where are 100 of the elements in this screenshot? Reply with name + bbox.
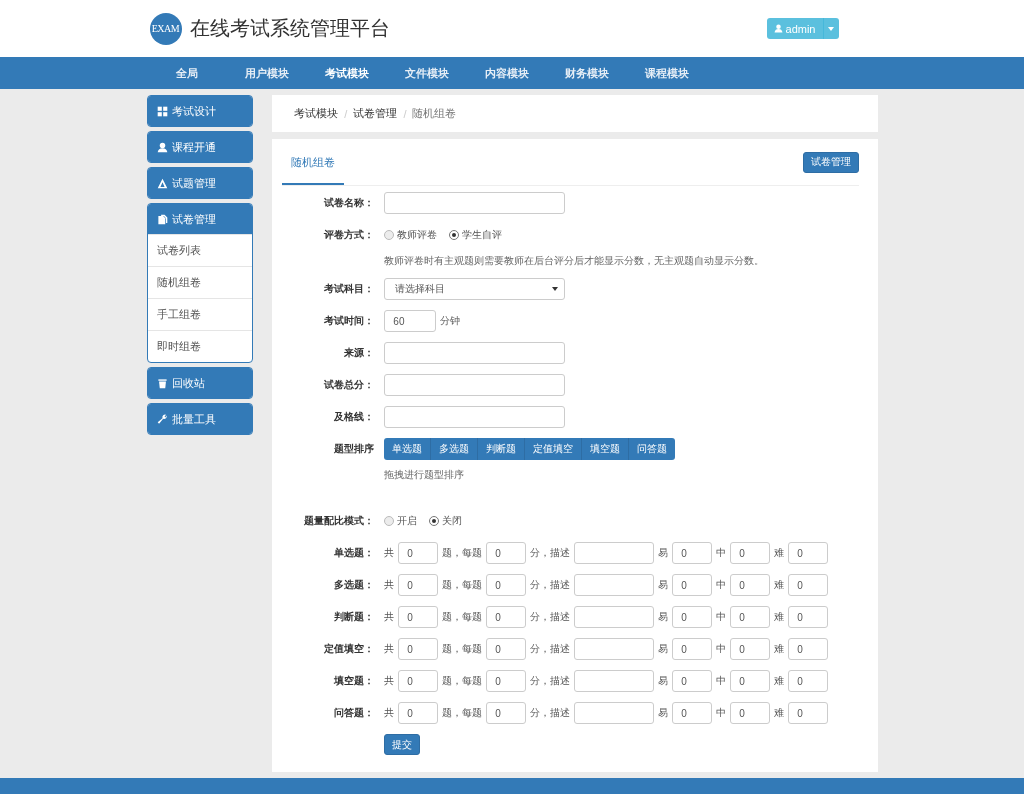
inline-label: 难	[774, 578, 785, 592]
field-label: 来源：	[343, 346, 375, 360]
radio-option[interactable]: 关闭	[429, 514, 463, 528]
number-field[interactable]: 0	[788, 702, 829, 724]
question-type-chip[interactable]: 填空题	[582, 438, 630, 460]
inline-label: 难	[774, 610, 785, 624]
inline-label: 中	[716, 546, 727, 560]
field-label: 试卷名称：	[323, 196, 375, 210]
field-label: 评卷方式：	[323, 228, 375, 242]
number-field[interactable]: 0	[730, 670, 771, 692]
inline-label: 易	[658, 706, 669, 720]
inline-label: 题，每题	[442, 578, 483, 592]
description-field[interactable]	[574, 574, 655, 596]
field-label: 题型排序	[333, 442, 375, 456]
inline-label: 共	[384, 674, 395, 688]
sidebar-item[interactable]: 试卷管理	[147, 204, 253, 234]
question-type-chip[interactable]: 判断题	[478, 438, 526, 460]
number-field[interactable]: 0	[672, 702, 713, 724]
field-label: 定值填空：	[323, 642, 375, 656]
submenu-item[interactable]: 试卷列表	[147, 234, 253, 266]
question-type-chip[interactable]: 问答题	[629, 438, 676, 460]
caret-icon	[552, 287, 559, 291]
inline-label: 分，描述	[530, 546, 571, 560]
question-type-chip[interactable]: 定值填空	[525, 438, 583, 460]
text-field[interactable]	[384, 192, 566, 214]
number-field[interactable]: 0	[398, 638, 439, 660]
description-field[interactable]	[574, 638, 655, 660]
number-field[interactable]: 0	[672, 638, 713, 660]
number-field[interactable]: 0	[672, 606, 713, 628]
number-field[interactable]: 0	[672, 542, 713, 564]
inline-label: 共	[384, 706, 395, 720]
number-field[interactable]: 0	[730, 606, 771, 628]
number-field[interactable]: 0	[398, 606, 439, 628]
inline-label: 易	[658, 610, 669, 624]
question-type-chip[interactable]: 单选题	[384, 438, 432, 460]
number-field[interactable]: 0	[788, 670, 829, 692]
number-field[interactable]: 0	[486, 606, 527, 628]
description-field[interactable]	[574, 606, 655, 628]
inline-label: 分，描述	[530, 642, 571, 656]
nav-tab[interactable]: 文件模块	[386, 57, 467, 89]
manage-button[interactable]: 试卷管理	[802, 151, 859, 173]
breadcrumb-separator: /	[403, 107, 407, 120]
number-field[interactable]: 0	[730, 702, 771, 724]
time-field[interactable]: 60	[384, 310, 437, 332]
number-field[interactable]: 0	[730, 574, 771, 596]
submenu-item[interactable]: 即时组卷	[147, 330, 253, 362]
nav-tab[interactable]: 用户模块	[226, 57, 307, 89]
radio-option[interactable]: 开启	[384, 514, 418, 528]
number-field[interactable]: 0	[486, 542, 527, 564]
number-field[interactable]: 0	[730, 542, 771, 564]
number-field[interactable]: 0	[486, 574, 527, 596]
number-field[interactable]: 0	[788, 638, 829, 660]
nav-tab[interactable]: 内容模块	[466, 57, 547, 89]
submenu-item[interactable]: 随机组卷	[147, 266, 253, 298]
nav-tab[interactable]: 课程模块	[626, 57, 707, 89]
number-field[interactable]: 0	[730, 638, 771, 660]
number-field[interactable]: 0	[486, 670, 527, 692]
nav-tab[interactable]: 考试模块	[306, 57, 387, 89]
number-field[interactable]: 0	[788, 542, 829, 564]
sidebar-item[interactable]: 考试设计	[147, 96, 253, 126]
wrench-icon	[156, 413, 168, 425]
number-field[interactable]: 0	[672, 574, 713, 596]
submit-button[interactable]: 提交	[384, 734, 421, 755]
nav-tab[interactable]: 全局	[146, 57, 227, 89]
number-field[interactable]: 0	[788, 606, 829, 628]
number-field[interactable]: 0	[398, 542, 439, 564]
question-type-chip[interactable]: 多选题	[431, 438, 479, 460]
number-field[interactable]: 0	[788, 574, 829, 596]
description-field[interactable]	[574, 702, 655, 724]
sidebar-item[interactable]: 试题管理	[147, 168, 253, 198]
description-field[interactable]	[574, 542, 655, 564]
sidebar-item[interactable]: 回收站	[147, 368, 253, 398]
text-field[interactable]	[384, 374, 566, 396]
breadcrumb-item[interactable]: 考试模块	[294, 106, 339, 121]
number-field[interactable]: 0	[398, 574, 439, 596]
number-field[interactable]: 0	[398, 670, 439, 692]
nav-tab[interactable]: 财务模块	[546, 57, 627, 89]
copy-icon	[156, 213, 168, 225]
text-field[interactable]	[384, 406, 566, 428]
inline-label: 共	[384, 642, 395, 656]
number-field[interactable]: 0	[398, 702, 439, 724]
text-field[interactable]	[384, 342, 566, 364]
inline-label: 易	[658, 642, 669, 656]
sidebar-item[interactable]: 批量工具	[147, 404, 253, 434]
unit-label: 分钟	[440, 314, 461, 328]
submenu-item[interactable]: 手工组卷	[147, 298, 253, 330]
subject-select[interactable]: 请选择科目	[384, 278, 566, 300]
tab[interactable]: 随机组卷	[282, 139, 345, 185]
inline-label: 易	[658, 546, 669, 560]
number-field[interactable]: 0	[672, 670, 713, 692]
number-field[interactable]: 0	[486, 702, 527, 724]
hint-text: 教师评卷时有主观题则需要教师在后台评分后才能显示分数，无主观题自动显示分数。	[384, 254, 766, 268]
breadcrumb-item[interactable]: 试卷管理	[353, 106, 398, 121]
number-field[interactable]: 0	[486, 638, 527, 660]
inline-label: 题，每题	[442, 610, 483, 624]
sidebar-item[interactable]: 课程开通	[147, 132, 253, 162]
radio-option[interactable]: 教师评卷	[384, 228, 438, 242]
inline-label: 难	[774, 642, 785, 656]
radio-option[interactable]: 学生自评	[449, 228, 503, 242]
description-field[interactable]	[574, 670, 655, 692]
